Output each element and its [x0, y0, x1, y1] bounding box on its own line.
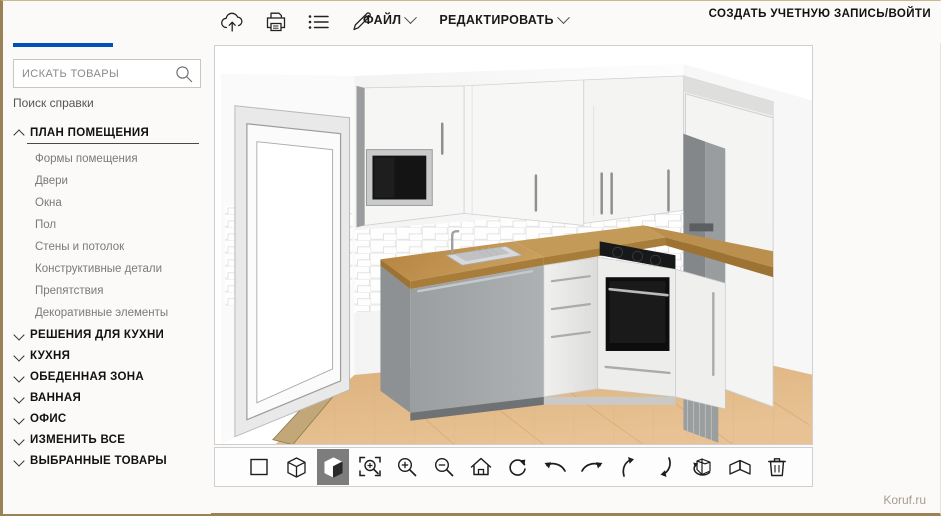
menu-edit[interactable]: РЕДАКТИРОВАТЬ — [439, 10, 570, 27]
chevron-down-icon — [13, 350, 25, 362]
account-login-link[interactable]: СОЗДАТЬ УЧЕТНУЮ ЗАПИСЬ/ВОЙТИ — [709, 8, 931, 20]
sidebar-item-0-3[interactable]: Пол — [13, 214, 201, 236]
sidebar-section-label: ВАННАЯ — [30, 392, 82, 404]
redo-button[interactable] — [576, 449, 608, 485]
sidebar-section-7[interactable]: ВЫБРАННЫЕ ТОВАРЫ — [13, 450, 201, 471]
zoom-out-button[interactable] — [428, 449, 460, 485]
sidebar-section-2[interactable]: КУХНЯ — [13, 345, 201, 366]
menu-file[interactable]: ФАЙЛ — [363, 10, 418, 27]
zoom-in-button[interactable] — [391, 449, 423, 485]
chevron-down-icon — [556, 10, 570, 24]
list-icon[interactable] — [304, 7, 334, 37]
sidebar-section-1[interactable]: РЕШЕНИЯ ДЛЯ КУХНИ — [13, 324, 201, 345]
search-input[interactable] — [22, 67, 172, 80]
watermark: Koruf.ru — [883, 493, 926, 507]
top-icon-group — [218, 7, 377, 37]
help-search-link[interactable]: Поиск справки — [13, 96, 201, 110]
sidebar-item-0-1[interactable]: Двери — [13, 170, 201, 192]
sidebar-item-0-0[interactable]: Формы помещения — [13, 148, 201, 170]
sidebar-item-0-4[interactable]: Стены и потолок — [13, 236, 201, 258]
chevron-down-icon — [13, 371, 25, 383]
chevron-down-icon — [13, 455, 25, 467]
sidebar-section-0[interactable]: ПЛАН ПОМЕЩЕНИЯ — [13, 122, 201, 143]
sidebar-section-label: ОФИС — [30, 413, 67, 425]
sidebar-section-label: КУХНЯ — [30, 350, 71, 362]
kitchen-3d-scene[interactable] — [215, 46, 812, 445]
rotate-3d-button[interactable] — [687, 449, 719, 485]
sidebar-item-0-5[interactable]: Конструктивные детали — [13, 258, 201, 280]
sidebar-section-6[interactable]: ИЗМЕНИТЬ ВСЕ — [13, 429, 201, 450]
sidebar-section-label: ОБЕДЕННАЯ ЗОНА — [30, 371, 144, 383]
search-icon[interactable] — [175, 65, 193, 88]
print-icon[interactable] — [261, 7, 291, 37]
ikea-planner-app: IKEA ® Поиск справки ПЛАН ПОМЕЩЕНИЯФормы… — [0, 0, 941, 516]
chevron-up-icon — [13, 129, 25, 141]
rotate-down-button[interactable] — [650, 449, 682, 485]
zoom-to-fit-button[interactable] — [354, 449, 386, 485]
view-3d-wire-button[interactable] — [280, 449, 312, 485]
sidebar-section-3[interactable]: ОБЕДЕННАЯ ЗОНА — [13, 366, 201, 387]
sidebar-section-4[interactable]: ВАННАЯ — [13, 387, 201, 408]
top-toolbar: ФАЙЛ РЕДАКТИРОВАТЬ СОЗДАТЬ УЧЕТНУЮ ЗАПИС… — [3, 1, 941, 43]
chevron-down-icon — [404, 10, 418, 24]
cloud-upload-icon[interactable] — [218, 7, 248, 37]
rotate-up-button[interactable] — [613, 449, 645, 485]
home-view-button[interactable] — [465, 449, 497, 485]
sidebar-item-0-2[interactable]: Окна — [13, 192, 201, 214]
view-toolbar — [214, 447, 813, 487]
menu-edit-label: РЕДАКТИРОВАТЬ — [439, 13, 554, 27]
sidebar-section-label: РЕШЕНИЯ ДЛЯ КУХНИ — [30, 329, 165, 341]
sidebar-section-label: ИЗМЕНИТЬ ВСЕ — [30, 434, 126, 446]
sidebar-sections: ПЛАН ПОМЕЩЕНИЯ Формы помещения Двери Окна По… — [13, 122, 201, 471]
sidebar-section-label: ВЫБРАННЫЕ ТОВАРЫ — [30, 455, 167, 467]
menu-group: ФАЙЛ РЕДАКТИРОВАТЬ — [363, 10, 570, 27]
sidebar-section-5[interactable]: ОФИС — [13, 408, 201, 429]
chevron-down-icon — [13, 413, 25, 425]
sidebar-item-0-6[interactable]: Препятствия — [13, 280, 201, 302]
view-2d-button[interactable] — [243, 449, 275, 485]
chevron-down-icon — [13, 434, 25, 446]
section-divider — [27, 143, 199, 144]
menu-file-label: ФАЙЛ — [363, 13, 402, 27]
sidebar-section-label: ПЛАН ПОМЕЩЕНИЯ — [30, 127, 150, 139]
reset-rotation-button[interactable] — [502, 449, 534, 485]
view-3d-solid-button[interactable] — [317, 449, 349, 485]
walls-view-button[interactable] — [724, 449, 756, 485]
sidebar-item-0-7[interactable]: Декоративные элементы — [13, 302, 201, 324]
delete-button[interactable] — [761, 449, 793, 485]
chevron-down-icon — [13, 392, 25, 404]
undo-button[interactable] — [539, 449, 571, 485]
search-box[interactable] — [13, 59, 201, 88]
chevron-down-icon — [13, 329, 25, 341]
design-viewport[interactable] — [214, 45, 813, 445]
sidebar: IKEA ® Поиск справки ПЛАН ПОМЕЩЕНИЯФормы… — [3, 1, 211, 514]
